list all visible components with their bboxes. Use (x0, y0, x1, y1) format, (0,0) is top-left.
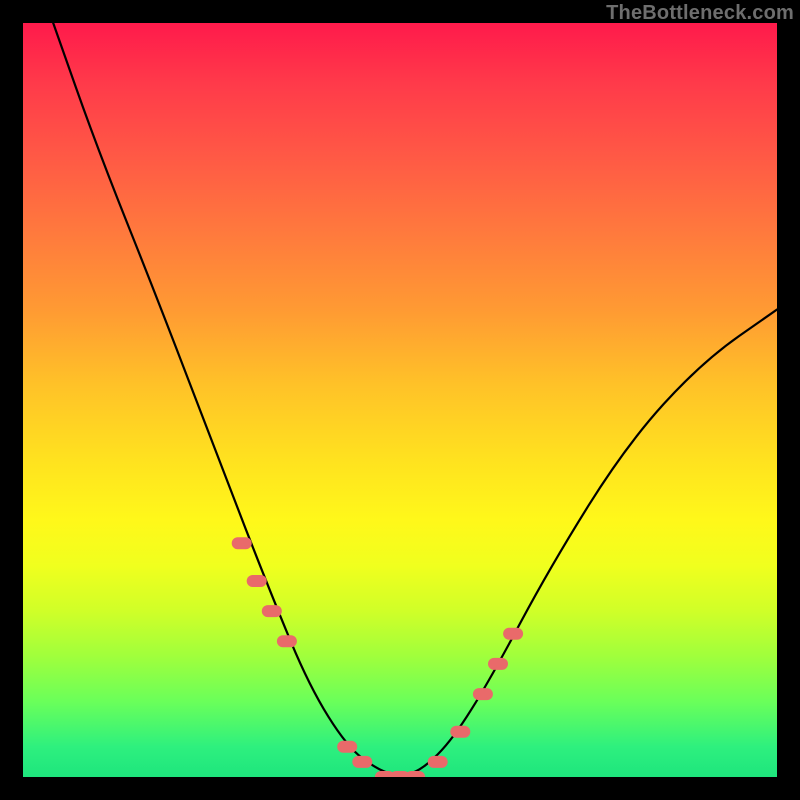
marker-dot (405, 771, 425, 777)
marker-dot (450, 726, 470, 738)
marker-dot (262, 605, 282, 617)
marker-dot (488, 658, 508, 670)
bottleneck-curve (53, 23, 777, 775)
plot-area (23, 23, 777, 777)
marker-dot (352, 756, 372, 768)
marker-dot (503, 628, 523, 640)
marker-dot (428, 756, 448, 768)
chart-frame: TheBottleneck.com (0, 0, 800, 800)
marker-dot (232, 537, 252, 549)
highlight-markers (232, 537, 523, 777)
marker-dot (473, 688, 493, 700)
chart-svg (23, 23, 777, 777)
marker-dot (247, 575, 267, 587)
marker-dot (337, 741, 357, 753)
marker-dot (277, 635, 297, 647)
watermark-text: TheBottleneck.com (606, 2, 794, 25)
